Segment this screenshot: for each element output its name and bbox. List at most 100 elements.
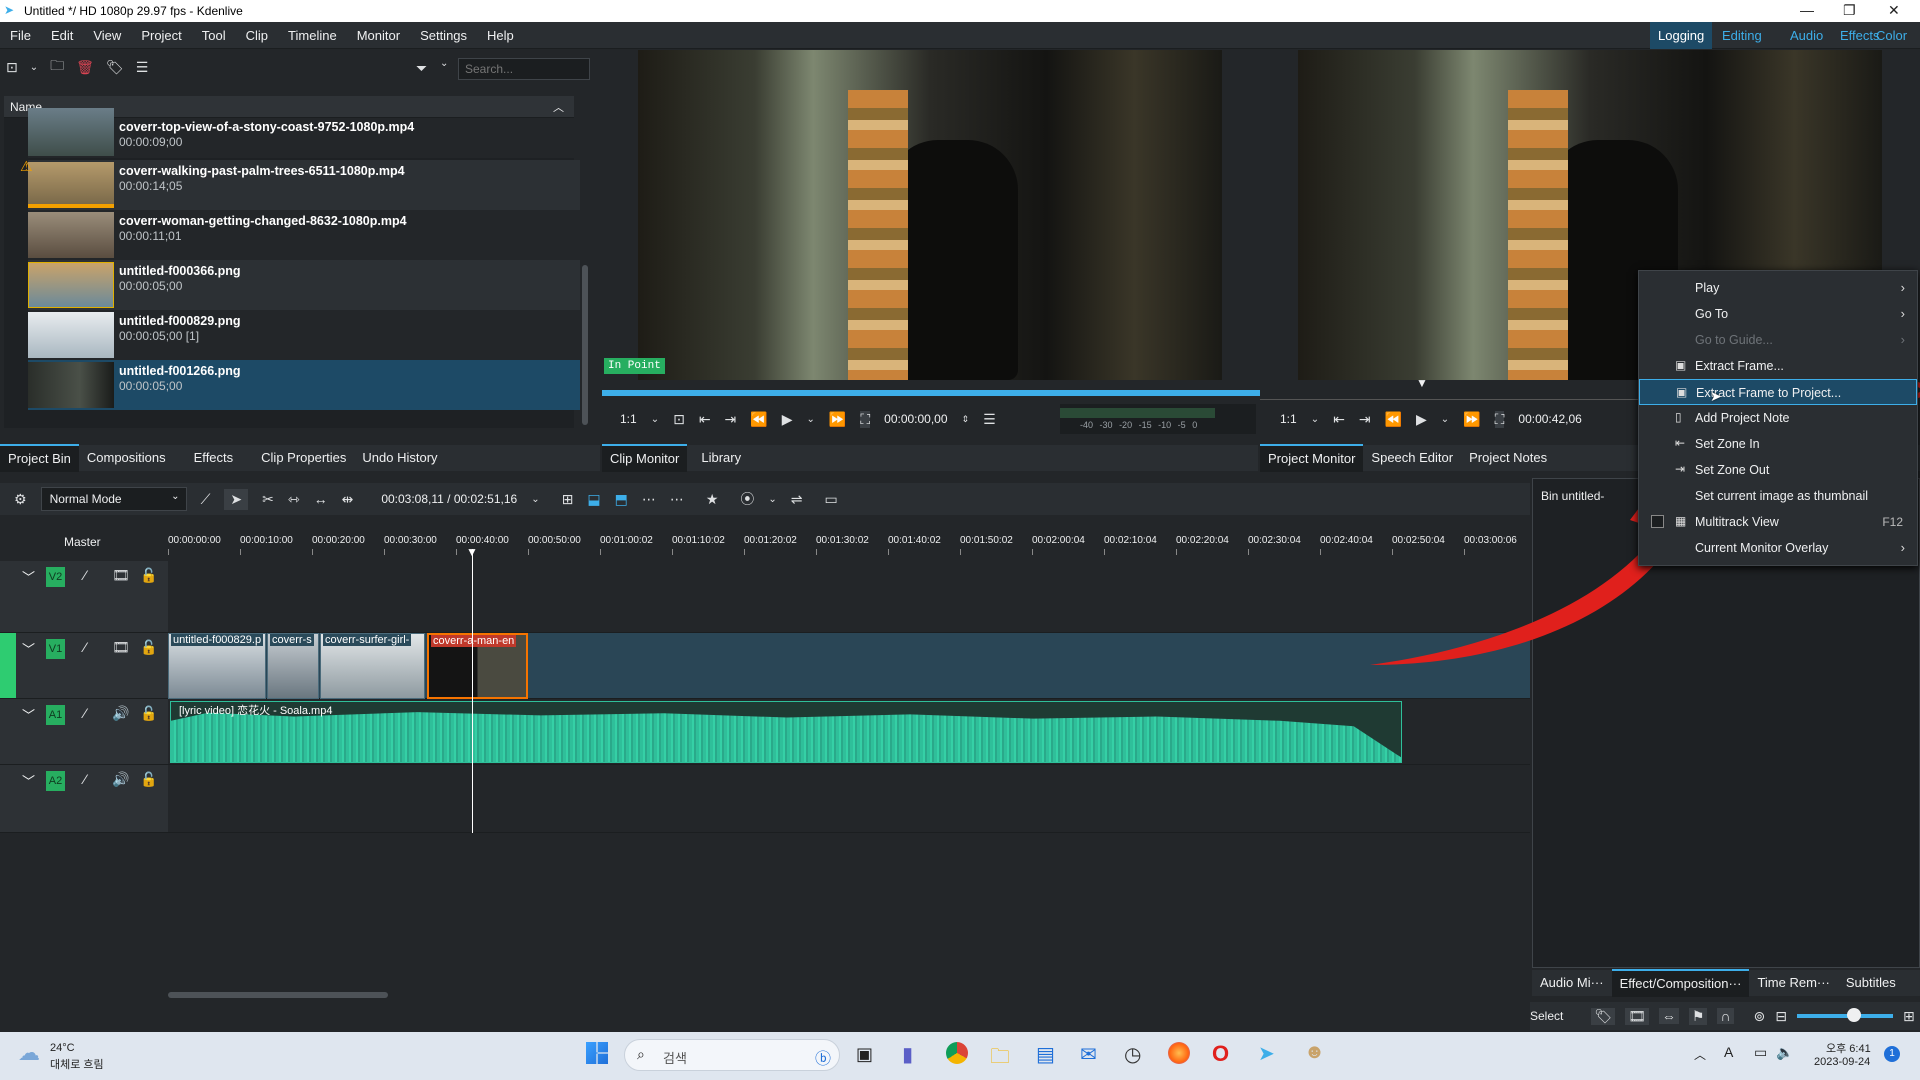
record-icon[interactable]: ⦿ xyxy=(740,489,754,509)
slip-tool-icon[interactable]: ⇿ xyxy=(288,491,300,508)
menu-project[interactable]: Project xyxy=(131,22,191,49)
menu-view[interactable]: View xyxy=(83,22,131,49)
audio-clip[interactable]: [lyric video] 恋花火 - Soala.mp4 xyxy=(170,701,1402,763)
kdenlive-taskbar-icon[interactable]: ➤ xyxy=(1258,1041,1275,1066)
tab-subtitles[interactable]: Subtitles xyxy=(1838,970,1904,996)
track-label[interactable]: V2 xyxy=(46,567,65,587)
search-input[interactable] xyxy=(458,58,590,80)
collapse-icon[interactable]: ﹀ xyxy=(22,567,35,586)
menu-settings[interactable]: Settings xyxy=(410,22,477,49)
menu-item-extract-frame-to-project[interactable]: ▣ Extract Frame to Project... xyxy=(1639,379,1917,405)
track-label[interactable]: A2 xyxy=(46,771,65,791)
chevron-down-icon[interactable]: ⌄ xyxy=(768,494,776,505)
zoom-fit-icon[interactable]: ⊚ xyxy=(1754,1008,1766,1025)
tag-icon[interactable]: 🏷 xyxy=(106,59,124,76)
ripple-tool-icon[interactable]: ↔ xyxy=(314,491,328,507)
weather-temp[interactable]: 24°C xyxy=(50,1042,75,1054)
list-item[interactable]: untitled-f000829.png 00:00:05;00 [1] xyxy=(28,310,580,360)
track-v1[interactable]: ﹀ V1 ⁄ 🎞 🔓 untitled-f000829.p coverr-s c… xyxy=(0,633,1530,699)
rewind-icon[interactable]: ⏪ xyxy=(750,411,767,428)
tab-effects[interactable]: Effects xyxy=(186,445,242,471)
workspace-editing[interactable]: Editing xyxy=(1714,22,1770,49)
zoom-select[interactable]: 1:1 xyxy=(1280,412,1297,426)
app-taskbar-icon[interactable]: ☻ xyxy=(1304,1041,1325,1064)
select-tool-icon[interactable]: ➤ xyxy=(224,488,249,510)
chevron-down-icon[interactable]: ⌄ xyxy=(440,58,448,69)
clip-timecode[interactable]: 00:00:00,00 xyxy=(884,412,947,426)
close-icon[interactable]: ✕ xyxy=(1888,2,1900,19)
tab-effect-composition[interactable]: Effect/Composition··· xyxy=(1611,969,1750,997)
tab-audio-mixer[interactable]: Audio Mi··· xyxy=(1532,970,1612,996)
timeline-hscrollbar[interactable] xyxy=(168,992,388,998)
tab-undo-history[interactable]: Undo History xyxy=(354,445,445,471)
zoom-slider[interactable] xyxy=(1797,1008,1894,1022)
chevron-down-icon[interactable]: ⌄ xyxy=(651,414,659,425)
menu-edit[interactable]: Edit xyxy=(41,22,83,49)
bin-scrollbar[interactable] xyxy=(582,265,588,425)
film-icon[interactable]: 🎞 xyxy=(112,567,130,584)
volume-icon[interactable]: 🔈 xyxy=(1776,1044,1793,1061)
tab-time-remap[interactable]: Time Rem··· xyxy=(1749,970,1837,996)
effects-wand-icon[interactable]: ⁄ xyxy=(84,705,86,721)
folder-icon[interactable]: 🗀 xyxy=(50,55,64,79)
collapse-icon[interactable]: ﹀ xyxy=(22,705,35,724)
tab-library[interactable]: Library xyxy=(693,445,749,471)
tab-project-bin[interactable]: Project Bin xyxy=(0,444,79,472)
lock-icon[interactable]: 🔓 xyxy=(140,639,157,656)
fit-icon[interactable]: ⊡ xyxy=(673,411,685,428)
track-a2[interactable]: ﹀ A2 ⁄ 🔊 🔓 xyxy=(0,765,1530,833)
zoom-slider-handle[interactable] xyxy=(1847,1008,1862,1022)
menu-item-play[interactable]: Play › xyxy=(1639,275,1917,301)
weather-text[interactable]: 대체로 흐림 xyxy=(50,1056,104,1072)
file-explorer-icon[interactable]: 🗀 xyxy=(990,1042,1010,1076)
tab-compositions[interactable]: Compositions xyxy=(79,445,174,471)
flag-icon[interactable]: ⚑ xyxy=(1688,1007,1708,1025)
menu-item-monitor-overlay[interactable]: Current Monitor Overlay › xyxy=(1639,535,1917,561)
effects-wand-icon[interactable]: ⁄ xyxy=(84,567,86,583)
list-item[interactable]: coverr-woman-getting-changed-8632-1080p.… xyxy=(28,210,580,260)
menu-file[interactable]: File xyxy=(0,22,41,49)
track-a1[interactable]: ﹀ A1 ⁄ 🔊 🔓 [lyric video] 恋花火 - Soala.mp4 xyxy=(0,699,1530,765)
firefox-icon[interactable] xyxy=(1168,1042,1190,1064)
chevron-down-icon[interactable]: ⌄ xyxy=(531,494,539,505)
menu-tool[interactable]: Tool xyxy=(192,22,236,49)
track-label[interactable]: A1 xyxy=(46,705,65,725)
film-icon[interactable]: 🎞 xyxy=(1625,1007,1649,1025)
menu-timeline[interactable]: Timeline xyxy=(278,22,347,49)
checkbox[interactable] xyxy=(1651,515,1664,528)
speaker-icon[interactable]: 🔊 xyxy=(112,771,129,788)
lift-icon[interactable]: ⬒ xyxy=(615,491,628,508)
tab-clip-properties[interactable]: Clip Properties xyxy=(253,445,354,471)
timeline-ruler[interactable]: Master 00:00:00:00 00:00:10:00 00:00:20:… xyxy=(0,525,1530,561)
set-in-icon[interactable]: ⇤ xyxy=(699,411,711,428)
menu-item-extract-frame[interactable]: ▣ Extract Frame... xyxy=(1639,353,1917,379)
chevron-down-icon[interactable]: ⌄ xyxy=(30,62,38,73)
opera-icon[interactable]: O xyxy=(1212,1041,1229,1067)
video-clip[interactable]: coverr-s xyxy=(267,633,319,699)
add-clip-icon[interactable]: ⊡ xyxy=(6,59,18,76)
lock-icon[interactable]: 🔓 xyxy=(140,771,157,788)
menu-icon[interactable]: ☰ xyxy=(136,59,149,76)
list-item[interactable]: untitled-f000366.png 00:00:05;00 xyxy=(28,260,580,310)
chrome-icon[interactable] xyxy=(946,1042,968,1064)
lock-icon[interactable]: 🔓 xyxy=(140,705,157,722)
tray-chevron-up-icon[interactable]: ︿ xyxy=(1694,1046,1706,1063)
delete-icon[interactable]: 🗑 xyxy=(76,59,94,76)
spacer-tool-icon[interactable]: ⟋ xyxy=(201,491,211,508)
tab-project-monitor[interactable]: Project Monitor xyxy=(1260,444,1364,472)
menu-item-set-thumbnail[interactable]: Set current image as thumbnail xyxy=(1639,483,1917,509)
menu-item-add-project-note[interactable]: ▯ Add Project Note xyxy=(1639,405,1917,431)
menu-item-set-zone-out[interactable]: ⇥ Set Zone Out xyxy=(1639,457,1917,483)
notification-badge[interactable]: 1 xyxy=(1884,1046,1900,1062)
maximize-icon[interactable]: ❐ xyxy=(1843,2,1856,19)
mixer-icon[interactable]: ⇌ xyxy=(791,491,803,508)
insert-icon[interactable]: ⊞ xyxy=(562,491,574,508)
lock-icon[interactable]: 🔓 xyxy=(140,567,157,584)
collapse-icon[interactable]: ﹀ xyxy=(22,771,35,790)
menu-monitor[interactable]: Monitor xyxy=(347,22,410,49)
effects-wand-icon[interactable]: ⁄ xyxy=(84,639,86,655)
workspace-audio[interactable]: Audio xyxy=(1782,22,1831,49)
collapse-icon[interactable]: ﹀ xyxy=(22,639,35,658)
tab-clip-monitor[interactable]: Clip Monitor xyxy=(602,444,688,472)
menu-item-go-to[interactable]: Go To › xyxy=(1639,301,1917,327)
